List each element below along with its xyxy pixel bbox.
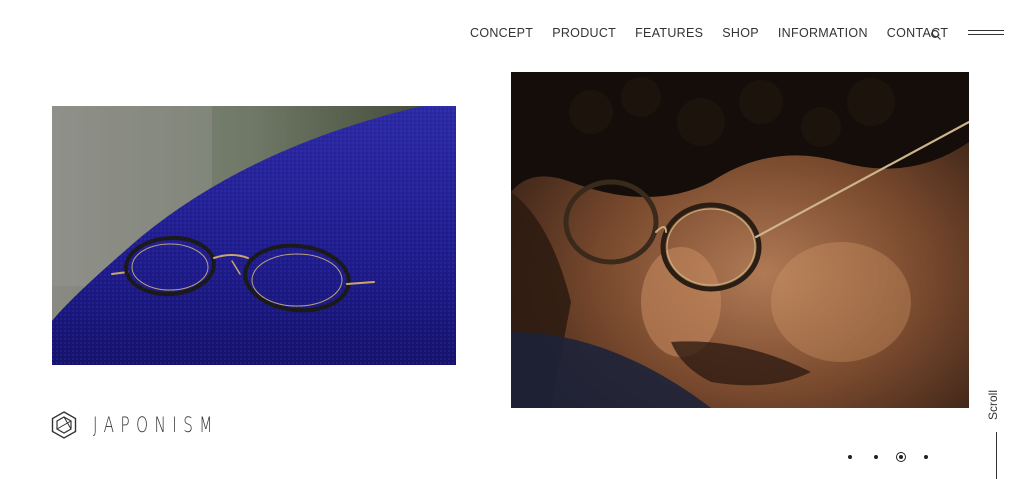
hero-image-portrait: [511, 72, 969, 408]
hamburger-menu-icon[interactable]: [968, 30, 1004, 38]
hexagon-logo-icon: [51, 411, 77, 439]
slide-dot-2[interactable]: [874, 455, 878, 459]
slide-dot-4[interactable]: [924, 455, 928, 459]
scroll-label: Scroll: [986, 389, 1000, 420]
nav-information[interactable]: INFORMATION: [778, 26, 868, 40]
search-icon[interactable]: [930, 28, 942, 40]
nav-features[interactable]: FEATURES: [635, 26, 703, 40]
hero-image-glasses: [52, 106, 456, 365]
slide-dot-1[interactable]: [848, 455, 852, 459]
slide-pagination: [848, 452, 950, 462]
scroll-indicator[interactable]: Scroll: [986, 382, 1002, 422]
nav-shop[interactable]: SHOP: [722, 26, 759, 40]
scroll-line: [996, 432, 997, 479]
brand-logo[interactable]: JAPONISM: [51, 411, 268, 439]
main-nav: CONCEPT PRODUCT FEATURES SHOP INFORMATIO…: [470, 26, 967, 40]
nav-concept[interactable]: CONCEPT: [470, 26, 533, 40]
nav-product[interactable]: PRODUCT: [552, 26, 616, 40]
slide-dot-3-active[interactable]: [896, 452, 906, 462]
brand-name: JAPONISM: [93, 413, 219, 437]
